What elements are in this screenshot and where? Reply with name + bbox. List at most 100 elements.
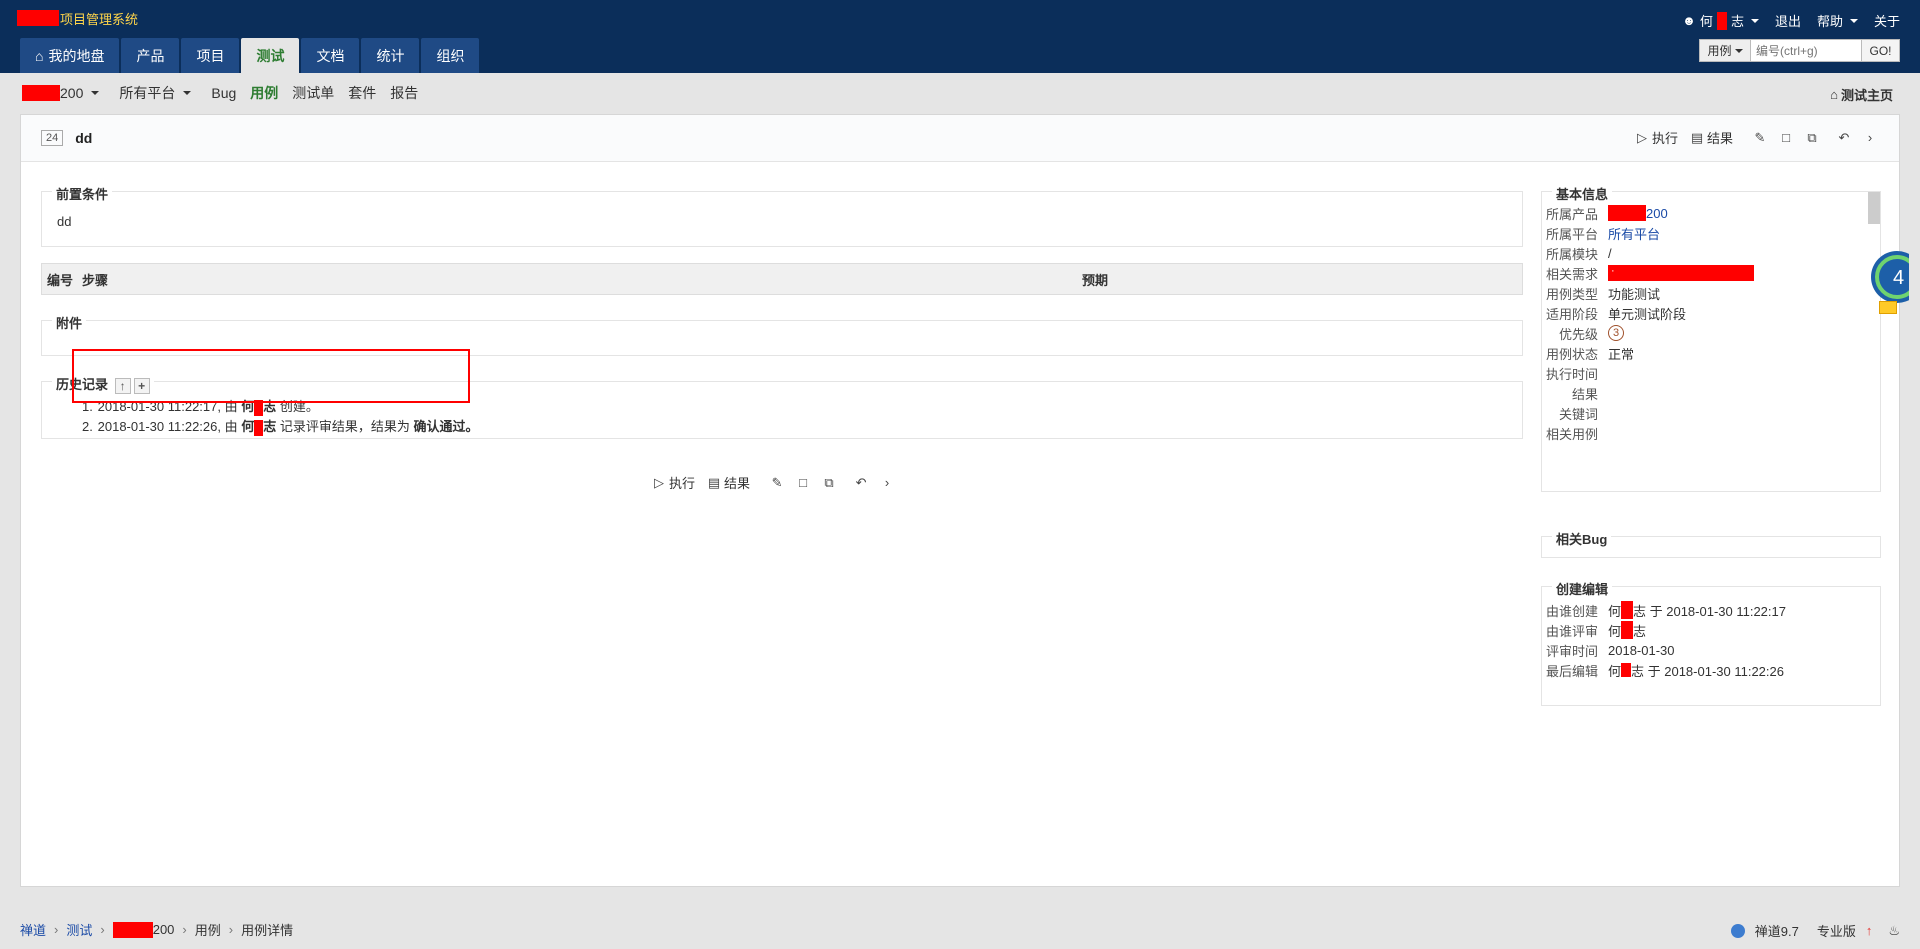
tab-doc[interactable]: 文档: [301, 38, 360, 73]
logout-link[interactable]: 退出: [1775, 11, 1801, 30]
info-value: 单元测试阶段: [1608, 306, 1687, 322]
chevron-down-icon: [1734, 48, 1743, 53]
copy-icon[interactable]: ⧉: [822, 475, 836, 491]
chevron-down-icon: [91, 91, 100, 95]
tab-test[interactable]: 测试: [241, 38, 300, 73]
version-label[interactable]: 禅道9.7: [1755, 921, 1799, 940]
comment-icon[interactable]: □: [1779, 130, 1793, 145]
basic-info-legend: 基本信息: [1552, 184, 1613, 203]
info-row: 所属模块 /: [1542, 243, 1754, 263]
run-button[interactable]: ▷ 执行: [1635, 128, 1678, 147]
subnav-report[interactable]: 报告: [390, 83, 418, 103]
run-label: 执行: [1651, 131, 1678, 146]
precondition-legend: 前置条件: [52, 184, 113, 203]
tab-project[interactable]: 项目: [181, 38, 240, 73]
history-text: 2018-01-30 11:22:26, 由: [97, 419, 242, 434]
platform-switcher[interactable]: 所有平台: [119, 83, 192, 103]
floating-progress-badge[interactable]: 4: [1869, 247, 1909, 307]
info-value: 200: [1646, 205, 1668, 221]
info-key: 相关用例: [1545, 426, 1598, 442]
breadcrumb-test[interactable]: 测试: [66, 920, 92, 939]
redacted-block: [112, 921, 153, 938]
back-icon[interactable]: ↶: [1837, 130, 1851, 146]
search-input[interactable]: [1751, 40, 1861, 61]
redacted-block: [17, 10, 59, 26]
comment-icon[interactable]: □: [796, 475, 810, 490]
subnav-bug[interactable]: Bug: [211, 85, 236, 101]
help-menu[interactable]: 帮助: [1817, 11, 1858, 30]
info-key: 用例类型: [1545, 286, 1598, 302]
brand[interactable]: 项目管理系统: [17, 9, 138, 27]
panel-toggle[interactable]: [1868, 192, 1880, 224]
chevron-right-icon[interactable]: ›: [880, 475, 894, 490]
product-switcher[interactable]: 200: [22, 85, 100, 101]
related-bug-legend: 相关Bug: [1552, 529, 1612, 548]
edit-icon[interactable]: ✎: [770, 475, 784, 491]
info-value: 何: [1608, 623, 1622, 639]
run-button[interactable]: ▷ 执行: [652, 473, 695, 492]
chevron-right-icon[interactable]: ›: [1863, 130, 1877, 145]
subnav-case[interactable]: 用例: [250, 83, 278, 103]
search-go-button[interactable]: GO!: [1861, 40, 1899, 61]
subnav-testtask[interactable]: 测试单: [292, 83, 334, 103]
sub-nav: 200 所有平台 Bug 用例 测试单 套件 报告 ⌂ 测试主页: [0, 73, 1920, 113]
info-value: 功能测试: [1608, 286, 1661, 302]
breadcrumb-case[interactable]: 用例: [195, 920, 221, 939]
user-name-suffix: 志: [1730, 14, 1744, 29]
breadcrumb-product[interactable]: 200: [112, 921, 174, 938]
info-key: 执行时间: [1545, 366, 1598, 382]
play-icon: ▷: [654, 474, 664, 490]
redacted-block: [1608, 205, 1646, 221]
tab-report[interactable]: 统计: [361, 38, 420, 73]
history-result: 确认通过。: [413, 419, 479, 434]
breadcrumb-current: 用例详情: [241, 923, 294, 938]
info-row: 结果: [1542, 383, 1754, 403]
info-row: 关键词: [1542, 403, 1754, 423]
edition-label[interactable]: 专业版: [1817, 921, 1856, 940]
main-panel: 24 dd ▷ 执行 ▤ 结果 ✎ □ ⧉ ↶ › 前置条件 dd 编号 步骤 …: [20, 114, 1909, 887]
create-edit-legend: 创建编辑: [1552, 579, 1613, 598]
mail-icon[interactable]: [1879, 301, 1897, 314]
result-label: 结果: [1706, 131, 1733, 146]
test-home-label: 测试主页: [1840, 88, 1893, 103]
history-list: 1. 2018-01-30 11:22:17, 由 何志 创建。 2. 2018…: [82, 397, 479, 437]
case-title: dd: [75, 130, 93, 146]
result-button[interactable]: ▤ 结果: [707, 473, 750, 492]
info-key: 所属产品: [1545, 206, 1598, 222]
edit-icon[interactable]: ✎: [1753, 130, 1767, 146]
breadcrumb-home[interactable]: 禅道: [20, 920, 46, 939]
info-key: 优先级: [1558, 326, 1598, 342]
subnav-suite[interactable]: 套件: [348, 83, 376, 103]
tab-org[interactable]: 组织: [421, 38, 480, 73]
story-link[interactable]: ·: [1608, 265, 1754, 281]
info-key: 评审时间: [1545, 643, 1598, 659]
user-name-prefix: 何: [1699, 14, 1713, 29]
result-button[interactable]: ▤ 结果: [1690, 128, 1733, 147]
chevron-right-icon: ›: [182, 922, 187, 937]
search-box: 用例 GO!: [1699, 39, 1900, 62]
copy-icon[interactable]: ⧉: [1805, 130, 1819, 146]
info-row: 执行时间: [1542, 363, 1754, 383]
info-row: 用例状态 正常: [1542, 343, 1754, 363]
priority-badge: 3: [1608, 325, 1624, 341]
search-type-select[interactable]: 用例: [1700, 40, 1751, 61]
bell-icon[interactable]: ♨: [1888, 923, 1900, 939]
history-user: 何: [241, 419, 255, 434]
tab-my-dashboard[interactable]: ⌂ 我的地盘: [20, 38, 120, 73]
history-item: 2. 2018-01-30 11:22:26, 由 何志 记录评审结果，结果为 …: [82, 417, 479, 437]
precondition-section: 前置条件 dd: [41, 184, 1523, 247]
tab-product[interactable]: 产品: [121, 38, 180, 73]
test-home-link[interactable]: ⌂ 测试主页: [1830, 85, 1893, 104]
info-value: 何: [1608, 663, 1622, 679]
col-step: 步骤: [82, 272, 109, 288]
chevron-down-icon: [183, 91, 192, 95]
platform-link[interactable]: 所有平台: [1608, 224, 1660, 243]
user-menu[interactable]: ☻ 何 志: [1682, 11, 1759, 30]
product-link[interactable]: 200: [1608, 205, 1668, 221]
footer-right: 禅道9.7 专业版 ↑ ♨: [1730, 921, 1900, 940]
upgrade-arrow-icon[interactable]: ↑: [1866, 923, 1873, 938]
about-link[interactable]: 关于: [1874, 11, 1900, 30]
info-value: 志 于 2018-01-30 11:22:17: [1633, 603, 1786, 619]
home-icon: ⌂: [35, 47, 44, 64]
back-icon[interactable]: ↶: [854, 475, 868, 491]
